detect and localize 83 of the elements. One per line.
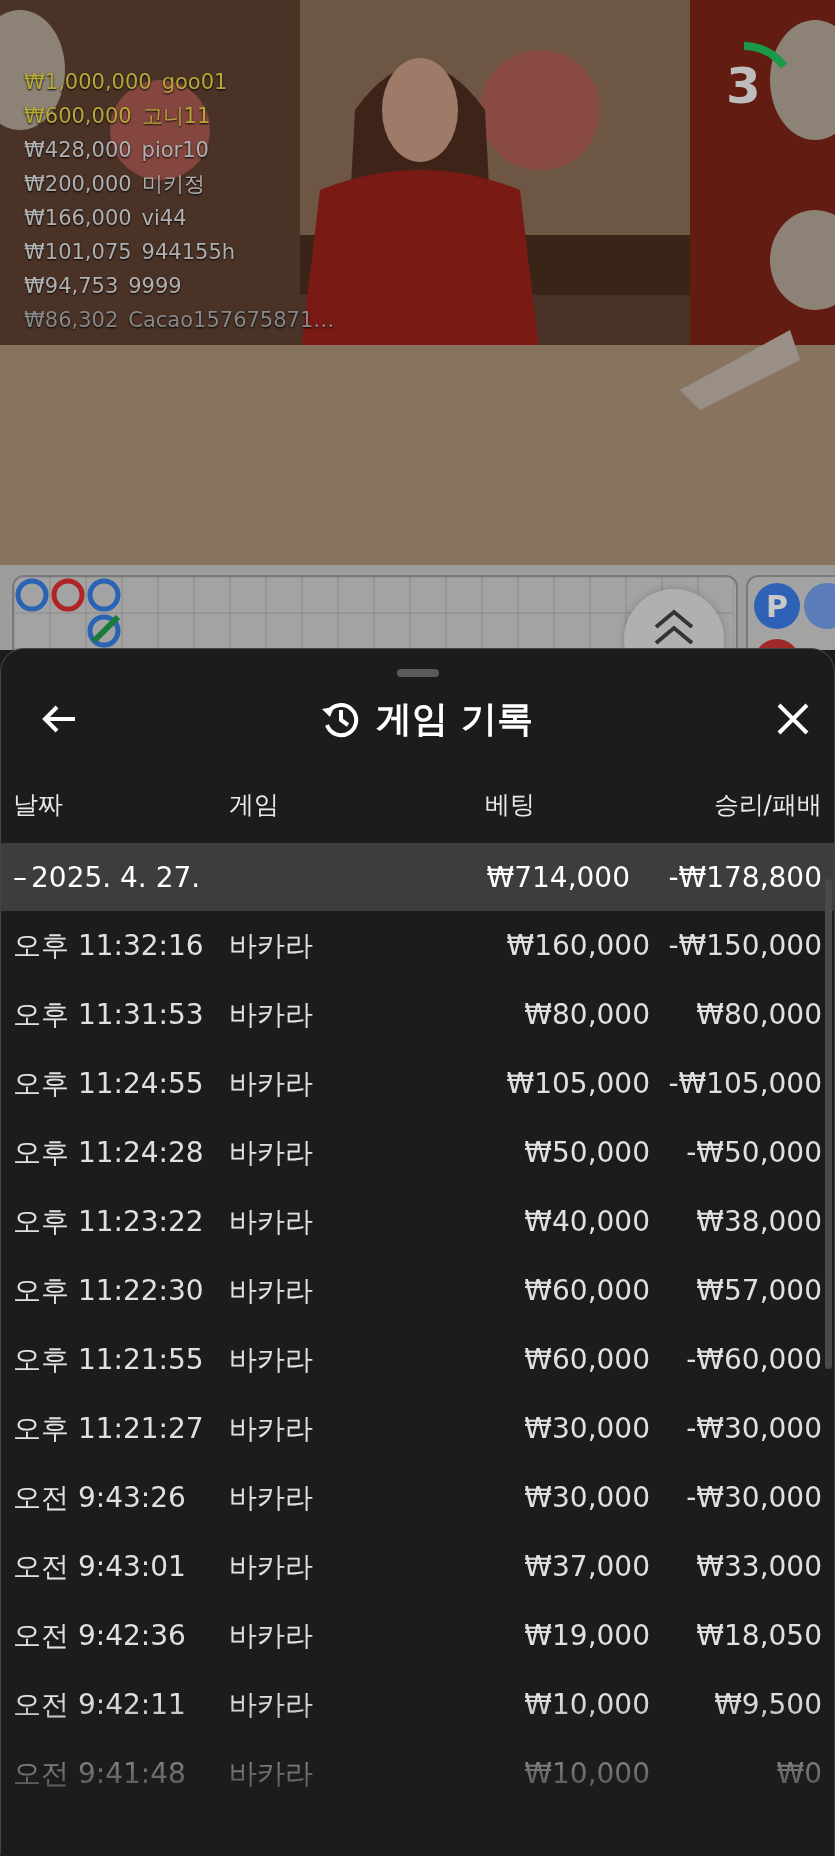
result-cell: -₩105,000 — [668, 1067, 822, 1100]
winner-amount: ₩200,000 — [24, 171, 132, 198]
time-cell-text: 오후 11:24:28 — [13, 1134, 205, 1171]
game-cell-text: 바카라 — [229, 1548, 314, 1585]
winner-name: 고니11 — [141, 103, 211, 130]
time-cell-text: 오후 11:32:16 — [13, 927, 205, 964]
game-cell-text: 바카라 — [229, 1065, 314, 1102]
time-cell-text: 오후 11:21:55 — [13, 1341, 205, 1378]
time-cell-text: 오전 9:43:01 — [13, 1548, 187, 1585]
result-cell: ₩0 — [776, 1757, 822, 1790]
sheet-title: 게임 기록 — [376, 696, 533, 741]
chevron-up-icon — [653, 607, 695, 647]
result-cell: -₩30,000 — [686, 1412, 822, 1445]
result-cell: ₩80,000 — [696, 998, 822, 1031]
result-cell: -₩150,000 — [668, 929, 822, 962]
winner-name: 9999 — [128, 273, 182, 300]
game-cell-text: 바카라 — [229, 1686, 314, 1723]
result-cell: ₩18,050 — [696, 1619, 822, 1652]
result-cell: ₩33,000 — [696, 1550, 822, 1583]
column-header[interactable]: 베팅 — [485, 787, 535, 821]
scrollbar[interactable] — [825, 879, 832, 1369]
winner-amount: ₩94,753 — [24, 273, 119, 300]
game-cell-text: 바카라 — [229, 1134, 314, 1171]
bet-cell: ₩60,000 — [524, 1274, 650, 1307]
bet-cell: ₩80,000 — [524, 998, 650, 1031]
column-header[interactable]: 게임 — [229, 787, 379, 821]
bead-marker: P — [754, 583, 800, 629]
game-cell-text: 바카라 — [229, 1755, 314, 1792]
winner-name: vi44 — [141, 205, 187, 232]
game-cell-text: 바카라 — [229, 1203, 314, 1240]
game-cell-text: 바카라 — [229, 1479, 314, 1516]
group-bet-total: ₩714,000 — [486, 860, 630, 894]
column-header[interactable]: 승리/패배 — [713, 787, 822, 821]
winner-name: 944155h — [141, 239, 236, 266]
collapse-toggle[interactable]: – — [13, 860, 27, 894]
bet-cell: ₩10,000 — [524, 1688, 650, 1721]
time-cell-text: 오후 11:22:30 — [13, 1272, 205, 1309]
time-cell-text: 오전 9:42:11 — [13, 1686, 187, 1723]
time-cell-text: 오후 11:24:55 — [13, 1065, 205, 1102]
bet-cell: ₩50,000 — [524, 1136, 650, 1169]
bet-cell: ₩60,000 — [524, 1343, 650, 1376]
time-cell-text: 오후 11:21:27 — [13, 1410, 205, 1447]
winner-amount: ₩101,075 — [24, 239, 132, 266]
countdown-number: 3 — [726, 56, 761, 116]
game-cell-text: 바카라 — [229, 1272, 314, 1309]
time-cell-text: 오전 9:43:26 — [13, 1479, 187, 1516]
winner-name: goo01 — [161, 69, 228, 96]
bet-cell: ₩160,000 — [506, 929, 650, 962]
bet-cell: ₩10,000 — [524, 1757, 650, 1790]
bet-cell: ₩30,000 — [524, 1412, 650, 1445]
column-header[interactable]: 날짜 — [13, 787, 229, 821]
result-cell: -₩50,000 — [686, 1136, 822, 1169]
result-cell: -₩30,000 — [686, 1481, 822, 1514]
time-cell-text: 오후 11:23:22 — [13, 1203, 205, 1240]
game-cell-text: 바카라 — [229, 996, 314, 1033]
winner-name: pior10 — [141, 137, 209, 164]
game-cell-text: 바카라 — [229, 1617, 314, 1654]
date-group-row[interactable]: –2025. 4. 27. ₩714,000 -₩178,800 — [1, 843, 834, 911]
drag-handle[interactable] — [396, 669, 439, 677]
game-cell-text: 바카라 — [229, 1410, 314, 1447]
bet-cell: ₩40,000 — [524, 1205, 650, 1238]
game-cell-text: 바카라 — [229, 927, 314, 964]
close-icon[interactable] — [776, 702, 810, 736]
winner-amount: ₩86,302 — [24, 307, 119, 334]
winner-name: Cacao157675871… — [128, 307, 335, 334]
time-cell-text: 오후 11:31:53 — [13, 996, 205, 1033]
result-cell: ₩57,000 — [696, 1274, 822, 1307]
bet-cell: ₩105,000 — [506, 1067, 650, 1100]
winner-amount: ₩428,000 — [24, 137, 132, 164]
time-cell-text: 오전 9:41:48 — [13, 1755, 187, 1792]
time-cell-text: 오전 9:42:36 — [13, 1617, 187, 1654]
result-cell: ₩38,000 — [696, 1205, 822, 1238]
result-cell: -₩60,000 — [686, 1343, 822, 1376]
group-date: 2025. 4. 27. — [31, 860, 201, 894]
bet-cell: ₩37,000 — [524, 1550, 650, 1583]
bet-cell: ₩19,000 — [524, 1619, 650, 1652]
bet-cell: ₩30,000 — [524, 1481, 650, 1514]
winner-name: 미키정 — [141, 171, 205, 198]
back-arrow-icon[interactable] — [41, 704, 77, 734]
result-cell: ₩9,500 — [714, 1688, 822, 1721]
game-cell-text: 바카라 — [229, 1341, 314, 1378]
winner-amount: ₩166,000 — [24, 205, 132, 232]
group-result-total: -₩178,800 — [668, 860, 822, 894]
